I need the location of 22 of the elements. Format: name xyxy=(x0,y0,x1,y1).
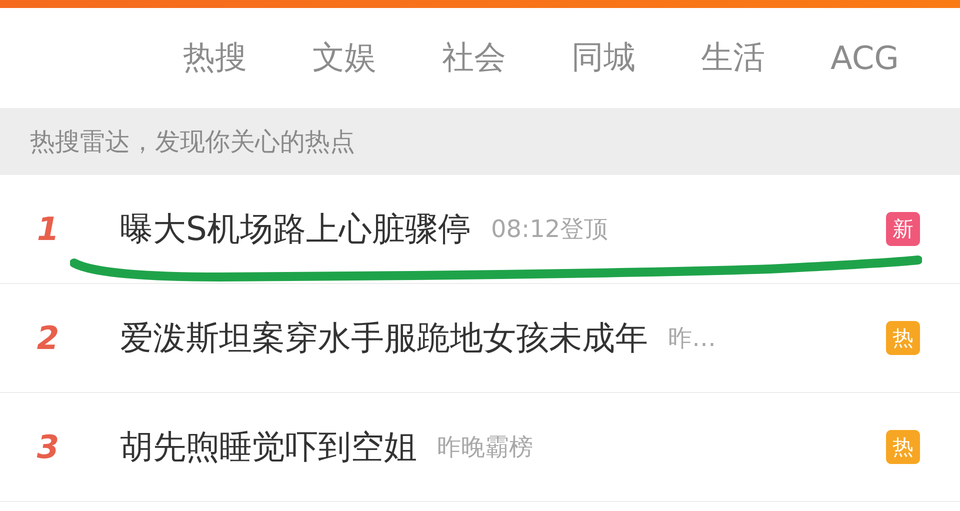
topic-meta: 昨晚霸榜 xyxy=(437,432,533,463)
topic-title: 胡先煦睡觉吓到空姐 xyxy=(120,426,417,468)
topic-meta: 昨… xyxy=(668,323,716,354)
hot-search-row[interactable]: 2 爱泼斯坦案穿水手服跪地女孩未成年 昨… 热 xyxy=(0,284,960,393)
category-tab[interactable]: 社会 xyxy=(442,36,572,80)
rank-number: 2 xyxy=(36,319,60,357)
category-tab[interactable]: 生活 xyxy=(701,36,830,80)
banner-text: 热搜雷达，发现你关心的热点 xyxy=(30,126,355,158)
topic-title: 曝大S机场路上心脏骤停 xyxy=(120,208,471,250)
category-tab[interactable]: 文娱 xyxy=(312,36,442,80)
rank-number: 1 xyxy=(36,210,60,248)
topic-badge: 热 xyxy=(886,321,920,355)
rank-number: 3 xyxy=(36,428,60,466)
category-tab[interactable]: ACG xyxy=(830,39,960,77)
category-tab[interactable]: 同城 xyxy=(572,36,701,80)
topic-title: 爱泼斯坦案穿水手服跪地女孩未成年 xyxy=(120,316,648,358)
topic-badge: 热 xyxy=(886,430,920,464)
topic-meta: 08:12登顶 xyxy=(490,214,608,245)
hot-search-row[interactable]: 1 曝大S机场路上心脏骤停 08:12登顶 新 xyxy=(0,175,960,284)
topic-badge: 新 xyxy=(886,212,920,246)
category-tab[interactable]: 热搜 xyxy=(183,36,312,80)
hot-search-row[interactable]: 3 胡先煦睡觉吓到空姐 昨晚霸榜 热 xyxy=(0,393,960,502)
